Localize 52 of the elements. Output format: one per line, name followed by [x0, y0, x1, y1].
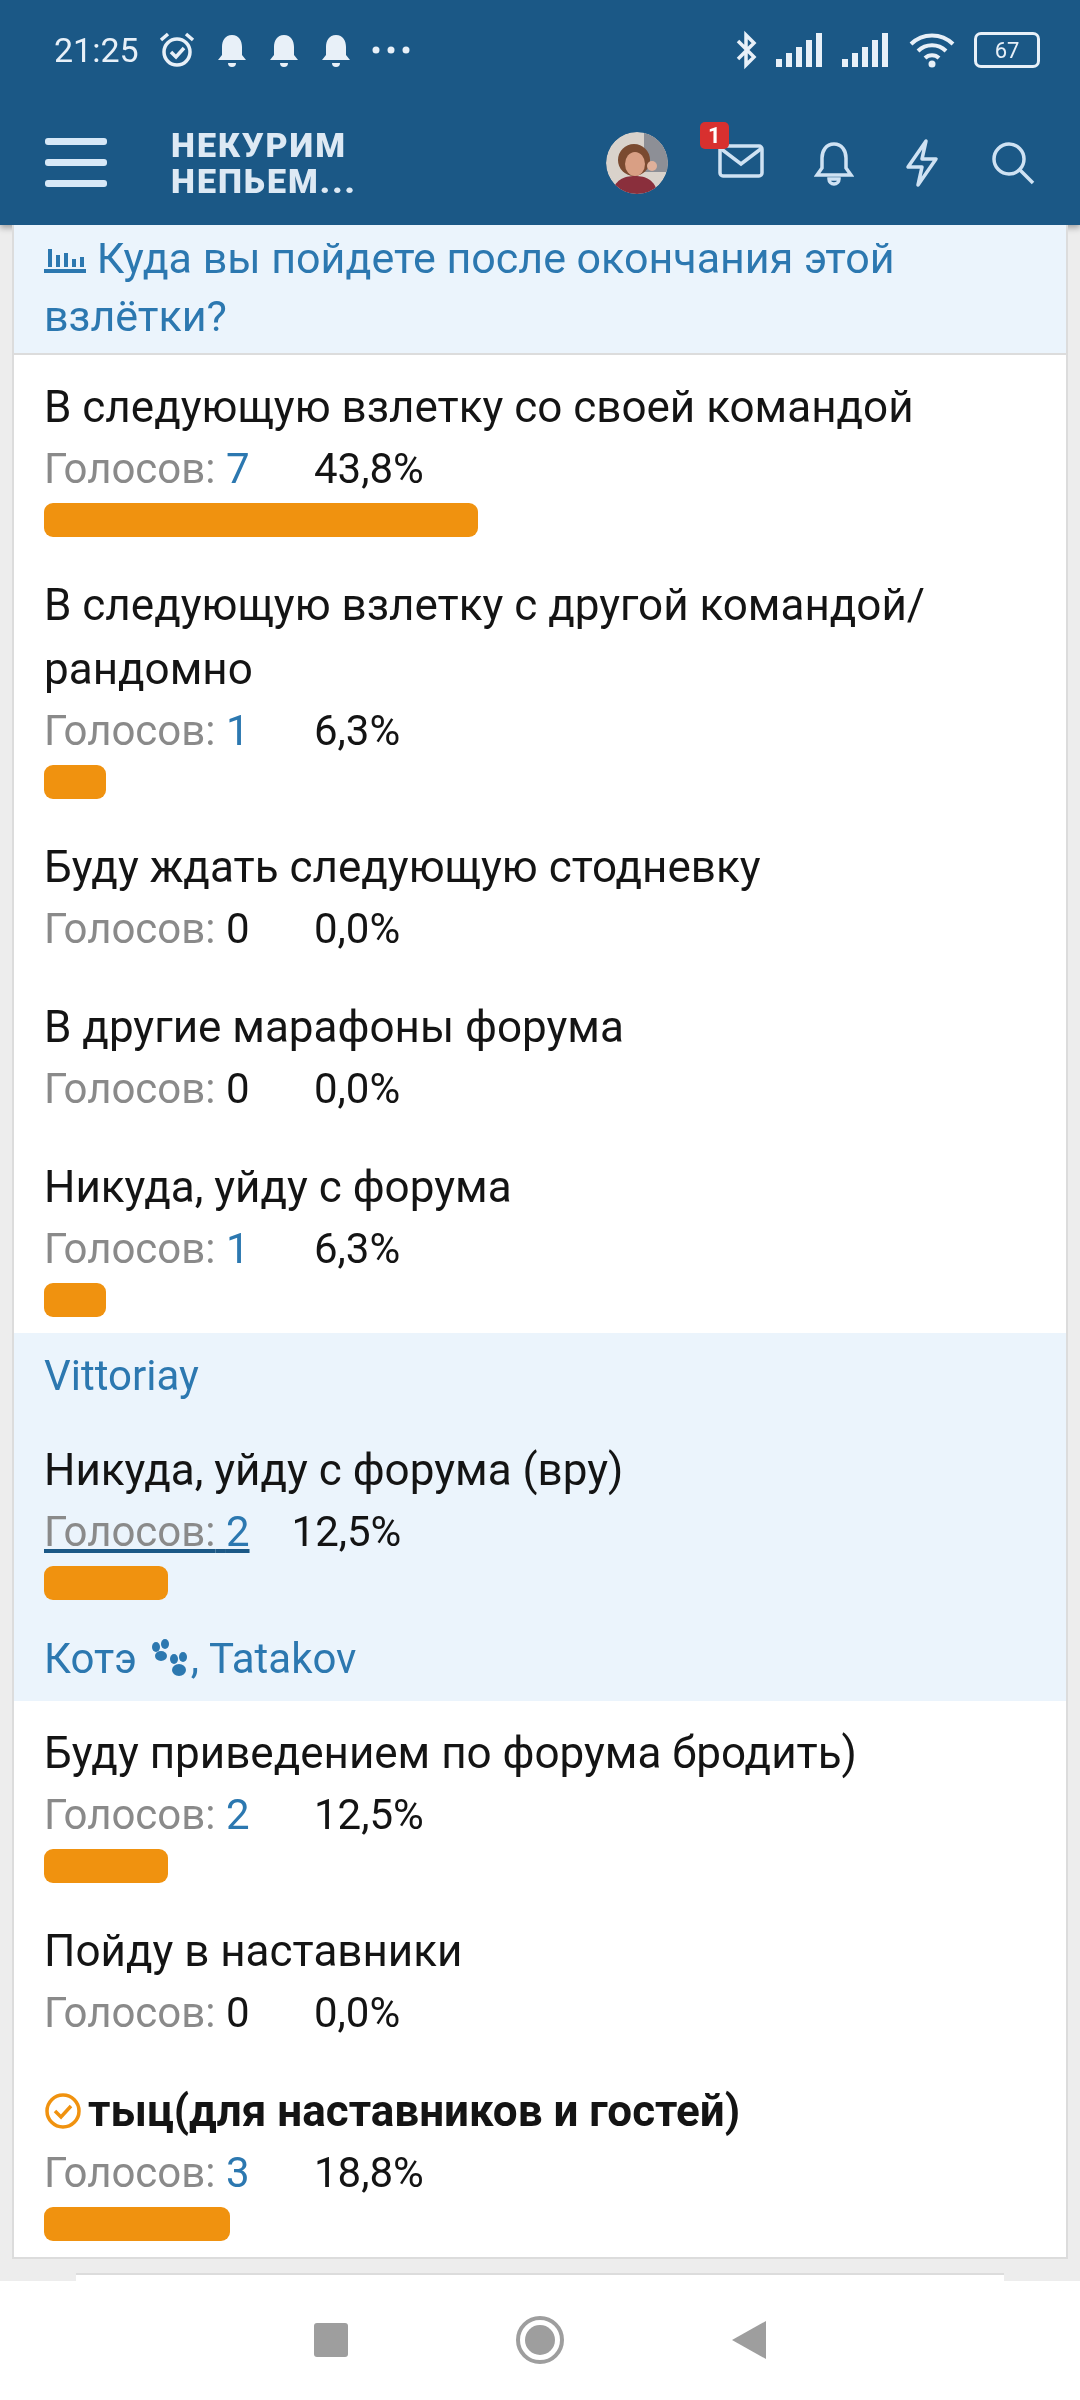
more-icon [370, 45, 411, 55]
voter-link[interactable]: Котэ [44, 1634, 137, 1683]
notification-badge: 1 [700, 121, 729, 149]
vote-percent: 12,5% [314, 1789, 424, 1841]
vote-count-link[interactable]: Голосов: 0 [44, 899, 314, 959]
vote-percent: 0,0% [314, 1063, 401, 1115]
vote-percent: 0,0% [314, 1987, 401, 2039]
logo-text[interactable]: НЕПЬЕМ... [171, 162, 357, 199]
search-icon[interactable] [990, 139, 1036, 186]
wifi-icon [908, 32, 956, 68]
recents-icon[interactable] [313, 2323, 348, 2358]
option-text: В следующую взлетку со своей командой [44, 380, 914, 435]
separator-text: , [190, 1634, 199, 1683]
vote-count-link[interactable]: Голосов: 2 [44, 1785, 314, 1845]
voter-link[interactable]: Vittoriay [44, 1351, 199, 1400]
vote-percent: 6,3% [314, 705, 401, 757]
vote-percent: 18,8% [314, 2147, 424, 2199]
option-text: Буду ждать следующую стодневку [44, 840, 761, 895]
vote-count-link[interactable]: Голосов: 2 [44, 1502, 250, 1562]
vote-count-link[interactable]: Голосов: 0 [44, 1983, 314, 2043]
vote-percent: 12,5% [291, 1506, 402, 1558]
logo-text[interactable]: НЕКУРИМ [171, 126, 357, 163]
vote-count-link[interactable]: Голосов: 1 [44, 701, 314, 761]
option-text: Никуда, уйду с форума (вру) [44, 1443, 624, 1498]
voter-link[interactable]: Tatakov [209, 1634, 357, 1683]
option-text: В следующую взлетку с другой командой/ рандомно [44, 578, 926, 697]
bluetooth-icon [734, 29, 758, 71]
vote-count-link[interactable]: Голосов: 1 [44, 1219, 314, 1279]
option-text: тыц(для наставников и гостей) [88, 2084, 741, 2139]
option-text: В другие марафоны форума [44, 1000, 624, 1055]
vote-percent: 43,8% [314, 443, 424, 495]
vote-bar [44, 1283, 107, 1317]
home-icon[interactable] [515, 2315, 565, 2366]
poll-question: Куда вы пойдете после окончания этой взлётки? [44, 232, 896, 343]
option-text: Пойду в наставники [44, 1924, 463, 1979]
mail-icon[interactable] [718, 143, 764, 178]
vote-count-link[interactable]: Голосов: 7 [44, 439, 314, 499]
option-text: Буду приведением по форума бродить) [44, 1726, 857, 1781]
lightning-icon[interactable] [904, 138, 940, 187]
vote-percent: 0,0% [314, 903, 401, 955]
vote-count-link[interactable]: Голосов: 3 [44, 2143, 314, 2203]
option-text: Никуда, уйду с форума [44, 1160, 512, 1215]
bell-icon[interactable] [814, 139, 854, 186]
back-icon[interactable] [732, 2321, 767, 2360]
status-time: 21:25 [54, 30, 139, 70]
signal-icon [776, 33, 824, 67]
vote-percent: 6,3% [314, 1223, 401, 1275]
vote-count-link[interactable]: Голосов: 0 [44, 1059, 314, 1119]
signal-icon [842, 33, 890, 67]
vote-bar [44, 765, 107, 799]
menu-icon[interactable] [45, 137, 107, 188]
battery-icon: 67 [974, 32, 1040, 68]
